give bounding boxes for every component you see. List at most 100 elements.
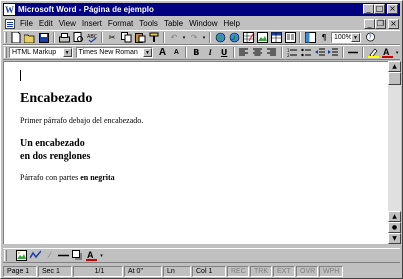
save-icon[interactable] xyxy=(38,31,51,44)
paragraph-2: Párrafo con partes en negrita xyxy=(20,173,115,182)
menu-tools[interactable]: Tools xyxy=(136,19,161,28)
status-column: Col 1 xyxy=(192,266,226,277)
undo-icon[interactable]: ↶ xyxy=(168,31,181,44)
status-trk[interactable]: TRK xyxy=(250,266,272,277)
print-icon[interactable] xyxy=(58,31,71,44)
spelling-icon[interactable]: ABC xyxy=(86,31,99,44)
insert-hyperlink-icon[interactable] xyxy=(228,31,241,44)
bold-button[interactable]: B xyxy=(190,46,203,59)
style-select[interactable]: HTML Markup ▼ xyxy=(9,47,73,58)
status-ext[interactable]: EXT xyxy=(273,266,295,277)
zoom-select[interactable]: 100% ▼ xyxy=(331,32,361,43)
cut-icon[interactable]: ✂ xyxy=(106,31,119,44)
minimize-button[interactable]: _ xyxy=(363,4,374,14)
chevron-down-icon[interactable]: ▾ xyxy=(395,46,400,59)
toolbar-grip[interactable] xyxy=(4,32,7,43)
menu-format[interactable]: Format xyxy=(105,19,136,28)
font-color-icon[interactable]: A xyxy=(381,46,394,59)
word-window: W Microsoft Word - Página de ejemplo _ □… xyxy=(0,0,403,279)
font-color-icon[interactable]: A xyxy=(85,249,98,262)
toolbar-grip[interactable] xyxy=(4,47,7,58)
menu-window[interactable]: Window xyxy=(186,19,220,28)
document-map-icon[interactable] xyxy=(304,31,317,44)
menu-help[interactable]: Help xyxy=(221,19,243,28)
heading-1: Encabezado xyxy=(20,91,93,106)
window-title: Microsoft Word - Página de ejemplo xyxy=(18,5,154,14)
chevron-down-icon[interactable]: ▼ xyxy=(143,48,152,57)
show-hide-pilcrow-icon[interactable]: ¶ xyxy=(318,31,331,44)
copy-icon[interactable] xyxy=(120,31,133,44)
next-page-button[interactable]: ▼ xyxy=(388,233,401,244)
insert-table-icon[interactable] xyxy=(270,31,283,44)
dropdown-arrow-icon[interactable]: ▾ xyxy=(182,31,187,44)
menu-insert[interactable]: Insert xyxy=(79,19,105,28)
scroll-thumb[interactable] xyxy=(388,72,401,85)
status-line: Ln xyxy=(163,266,191,277)
decrease-indent-icon[interactable] xyxy=(313,46,326,59)
highlight-icon[interactable] xyxy=(367,46,380,59)
document-icon[interactable] xyxy=(5,18,15,29)
toolbar-separator xyxy=(53,32,55,43)
doc-restore-button[interactable]: ❐ xyxy=(375,18,386,29)
line-tool-icon[interactable]: ⁄ xyxy=(43,249,56,262)
open-folder-icon[interactable] xyxy=(24,31,37,44)
close-button[interactable]: × xyxy=(387,4,398,14)
align-right-icon[interactable] xyxy=(265,46,278,59)
toolbar-grip[interactable] xyxy=(4,250,7,261)
print-preview-icon[interactable] xyxy=(72,31,85,44)
wordart-icon[interactable] xyxy=(29,249,42,262)
previous-page-button[interactable]: ▲ xyxy=(388,211,401,222)
shrink-font-icon[interactable]: A xyxy=(170,46,183,59)
underline-button[interactable]: U xyxy=(218,46,231,59)
status-bar: Page 1 Sec 1 1/1 At 0" Ln Col 1 REC TRK … xyxy=(3,265,400,278)
columns-icon[interactable] xyxy=(284,31,297,44)
menu-view[interactable]: View xyxy=(56,19,79,28)
status-wph[interactable]: WPH xyxy=(319,266,343,277)
dropdown-arrow-icon[interactable]: ▾ xyxy=(202,31,207,44)
title-bar[interactable]: W Microsoft Word - Página de ejemplo _ □… xyxy=(3,3,400,16)
document-editor[interactable]: Encabezado Primer párrafo debajo del enc… xyxy=(3,61,388,244)
bullets-icon[interactable] xyxy=(299,46,312,59)
chevron-down-icon[interactable]: ▼ xyxy=(351,33,360,42)
chevron-down-icon[interactable]: ▼ xyxy=(62,48,72,57)
tables-borders-icon[interactable] xyxy=(242,31,255,44)
text-cursor xyxy=(20,70,21,81)
new-document-icon[interactable] xyxy=(10,31,23,44)
heading-2-line-2: en dos renglones xyxy=(20,151,91,162)
maximize-button[interactable]: □ xyxy=(374,4,385,14)
align-left-icon[interactable] xyxy=(238,46,251,59)
paragraph-2-normal: Párrafo con partes xyxy=(20,173,81,182)
menu-table[interactable]: Table xyxy=(161,19,186,28)
vertical-scrollbar[interactable]: ▲ ▲ ● ▼ xyxy=(388,61,401,244)
doc-close-button[interactable]: × xyxy=(388,18,399,29)
select-browse-object-button[interactable]: ● xyxy=(388,222,401,233)
format-painter-icon[interactable] xyxy=(148,31,161,44)
insert-picture-icon[interactable] xyxy=(256,31,269,44)
increase-indent-icon[interactable] xyxy=(327,46,340,59)
web-toolbar-icon[interactable] xyxy=(214,31,227,44)
formatting-toolbar: HTML Markup ▼ Times New Roman ▼ A A B I … xyxy=(3,45,400,60)
italic-button[interactable]: I xyxy=(204,46,217,59)
doc-minimize-button[interactable]: _ xyxy=(364,18,375,29)
align-center-icon[interactable] xyxy=(251,46,264,59)
redo-icon[interactable]: ↷ xyxy=(188,31,201,44)
scroll-up-button[interactable]: ▲ xyxy=(388,61,401,72)
horizontal-line-icon[interactable] xyxy=(347,46,360,59)
font-select[interactable]: Times New Roman ▼ xyxy=(75,47,153,58)
picture-icon[interactable] xyxy=(15,249,28,262)
line-style-icon[interactable] xyxy=(57,249,70,262)
status-spare xyxy=(344,266,374,277)
menu-file[interactable]: File xyxy=(17,19,36,28)
paste-icon[interactable] xyxy=(134,31,147,44)
chevron-down-icon[interactable]: ▾ xyxy=(99,249,104,262)
toolbar-separator xyxy=(362,47,365,58)
numbering-icon[interactable]: 12 xyxy=(285,46,298,59)
svg-text:2: 2 xyxy=(287,53,290,57)
status-ovr[interactable]: OVR xyxy=(296,266,318,277)
grow-font-icon[interactable]: A xyxy=(156,46,169,59)
office-assistant-icon[interactable]: ? xyxy=(364,31,377,44)
menu-edit[interactable]: Edit xyxy=(36,19,56,28)
status-rec[interactable]: REC xyxy=(227,266,249,277)
shadow-icon[interactable] xyxy=(71,249,84,262)
word-app-icon[interactable]: W xyxy=(4,4,15,15)
